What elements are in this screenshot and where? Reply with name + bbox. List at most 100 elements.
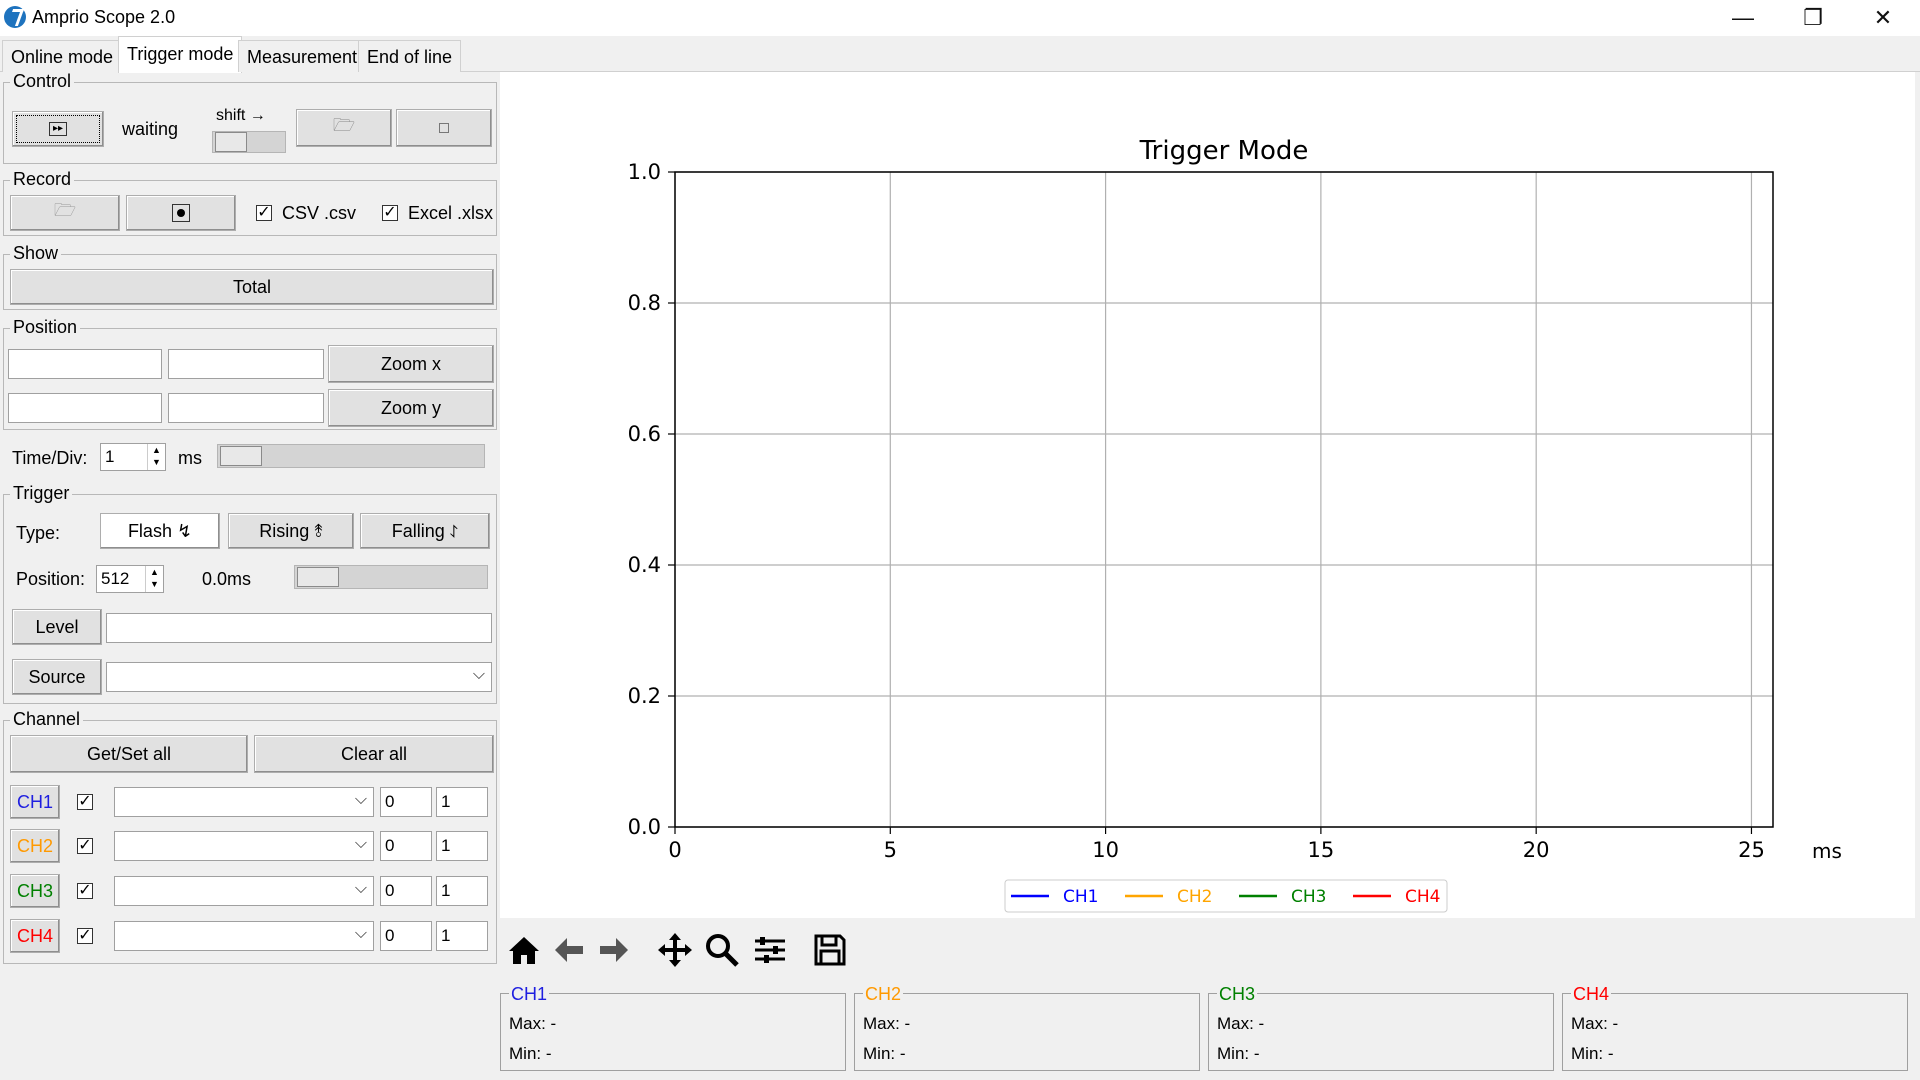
spinner-arrows-icon[interactable]: ▲ ▼ <box>145 566 163 592</box>
ch2-label: CH2 <box>16 835 53 856</box>
save-control-button[interactable] <box>396 109 492 147</box>
tab-end-of-line[interactable]: End of line <box>358 40 462 72</box>
ch4-button[interactable]: CH4 <box>10 919 60 953</box>
ch3-label: CH3 <box>16 880 53 901</box>
legend-label-ch4: CH4 <box>1405 887 1440 907</box>
y-tick-label: 0.8 <box>628 291 661 315</box>
timediv-slider[interactable] <box>217 444 485 468</box>
ch3-min-field[interactable]: 0 <box>380 876 432 906</box>
ch1-stats-panel: CH1 Max: - Min: - <box>500 984 846 1071</box>
csv-label: CSV .csv <box>282 203 357 223</box>
source-dropdown[interactable]: ⌵ <box>106 662 492 692</box>
ch3-button[interactable]: CH3 <box>10 874 60 908</box>
ch4-min-field[interactable]: 0 <box>380 921 432 951</box>
record-open-button[interactable]: 🗁 <box>10 195 120 231</box>
x-min-field[interactable] <box>8 349 162 379</box>
ch2-button[interactable]: CH2 <box>10 829 60 863</box>
y-min-field[interactable] <box>8 393 162 423</box>
ch2-min-field[interactable]: 0 <box>380 831 432 861</box>
tab-online-mode[interactable]: Online mode <box>2 40 123 72</box>
clear-all-button[interactable]: Clear all <box>254 735 494 773</box>
close-button[interactable]: ✕ <box>1850 0 1916 36</box>
ch3-min: Min: - <box>1217 1044 1260 1063</box>
chevron-down-icon: ⌵ <box>354 880 367 897</box>
x-tick-label: 0 <box>668 838 681 862</box>
record-button[interactable] <box>126 195 236 231</box>
chevron-down-icon: ⌵ <box>354 835 367 852</box>
tab-trigger-mode[interactable]: Trigger mode <box>118 36 243 73</box>
source-button[interactable]: Source <box>12 659 102 695</box>
ch1-stats-title: CH1 <box>509 984 550 1005</box>
control-title: Control <box>10 71 75 92</box>
forward-arrow-icon[interactable] <box>592 928 636 972</box>
get-set-all-button[interactable]: Get/Set all <box>10 735 248 773</box>
chart-title: Trigger Mode <box>1139 136 1309 166</box>
shift-toggle-thumb[interactable] <box>215 132 247 152</box>
zoom-icon[interactable] <box>700 928 744 972</box>
ch3-checkbox[interactable]: ✓ <box>77 883 93 899</box>
record-icon <box>172 204 190 222</box>
back-arrow-icon[interactable] <box>547 928 591 972</box>
run-stop-button[interactable]: ▸▸ <box>12 111 104 147</box>
level-button[interactable]: Level <box>12 609 102 645</box>
zoom-y-button[interactable]: Zoom y <box>328 389 494 427</box>
ch2-max-field[interactable]: 1 <box>436 831 488 861</box>
ch2-checkbox[interactable]: ✓ <box>77 838 93 854</box>
trigger-position-spinner[interactable]: 512 ▲ ▼ <box>96 565 164 593</box>
x-max-field[interactable] <box>168 349 324 379</box>
show-group: Show Total <box>3 243 497 310</box>
ch1-min-field[interactable]: 0 <box>380 787 432 817</box>
excel-checkbox[interactable]: ✓ <box>382 205 398 221</box>
spinner-arrows-icon[interactable]: ▲ ▼ <box>147 444 165 470</box>
total-button[interactable]: Total <box>10 269 494 305</box>
level-field[interactable] <box>106 613 492 643</box>
tab-measurement[interactable]: Measurement <box>238 40 367 72</box>
pan-icon[interactable] <box>653 928 697 972</box>
play-icon: ▸▸ <box>49 122 67 136</box>
shift-toggle[interactable] <box>212 131 286 153</box>
ch4-checkbox[interactable]: ✓ <box>77 928 93 944</box>
restore-button[interactable]: ❐ <box>1780 0 1846 36</box>
position-title: Position <box>10 317 81 338</box>
ch2-signal-dropdown[interactable]: ⌵ <box>114 831 374 861</box>
minimize-button[interactable]: — <box>1710 0 1776 36</box>
trigger-flash-button[interactable]: Flash ↯ <box>100 513 220 549</box>
record-group: Record 🗁 ✓ CSV .csv ✓ Excel .xlsx <box>3 169 497 236</box>
trigger-chart[interactable]: Trigger Mode 0 5 10 15 20 25 0.0 0.2 0.4 0.6 0.8 1.0… <box>500 72 1915 918</box>
legend-label-ch1: CH1 <box>1063 887 1098 907</box>
ch1-label: CH1 <box>16 791 53 812</box>
chevron-down-icon: ⌵ <box>354 791 367 808</box>
home-icon[interactable] <box>502 928 546 972</box>
ch3-signal-dropdown[interactable]: ⌵ <box>114 876 374 906</box>
y-tick-label: 1.0 <box>628 160 661 184</box>
timediv-slider-thumb[interactable] <box>220 446 262 466</box>
trigger-group: Trigger Type: Flash ↯ Rising ⥉ Falling ⥌… <box>3 483 497 704</box>
plot-area[interactable]: Trigger Mode 0 5 10 15 20 25 0.0 0.2 0.4 0.6 0.8 1.0… <box>500 72 1915 918</box>
ch1-signal-dropdown[interactable]: ⌵ <box>114 787 374 817</box>
ch1-button[interactable]: CH1 <box>10 785 60 819</box>
x-axis-label: ms <box>1812 839 1842 863</box>
ch1-min: Min: - <box>509 1044 552 1063</box>
trigger-position-slider[interactable] <box>294 565 488 589</box>
trigger-falling-button[interactable]: Falling ⥌ <box>360 513 490 549</box>
folder-icon: 🗁 <box>332 115 356 135</box>
ch1-checkbox[interactable]: ✓ <box>77 794 93 810</box>
ch1-max-field[interactable]: 1 <box>436 787 488 817</box>
x-tick-label: 20 <box>1523 838 1550 862</box>
timediv-spinner[interactable]: 1 ▲ ▼ <box>100 443 166 471</box>
ch4-max: Max: - <box>1571 1014 1619 1033</box>
save-icon <box>439 123 449 133</box>
ch4-stats-title: CH4 <box>1571 984 1612 1005</box>
open-button[interactable]: 🗁 <box>296 109 392 147</box>
trigger-position-thumb[interactable] <box>297 567 339 587</box>
app-logo-icon <box>4 6 26 28</box>
configure-icon[interactable] <box>748 928 792 972</box>
zoom-x-button[interactable]: Zoom x <box>328 345 494 383</box>
csv-checkbox[interactable]: ✓ <box>256 205 272 221</box>
save-icon[interactable] <box>808 928 852 972</box>
trigger-rising-button[interactable]: Rising ⥉ <box>228 513 354 549</box>
ch4-max-field[interactable]: 1 <box>436 921 488 951</box>
y-max-field[interactable] <box>168 393 324 423</box>
ch4-signal-dropdown[interactable]: ⌵ <box>114 921 374 951</box>
ch3-max-field[interactable]: 1 <box>436 876 488 906</box>
